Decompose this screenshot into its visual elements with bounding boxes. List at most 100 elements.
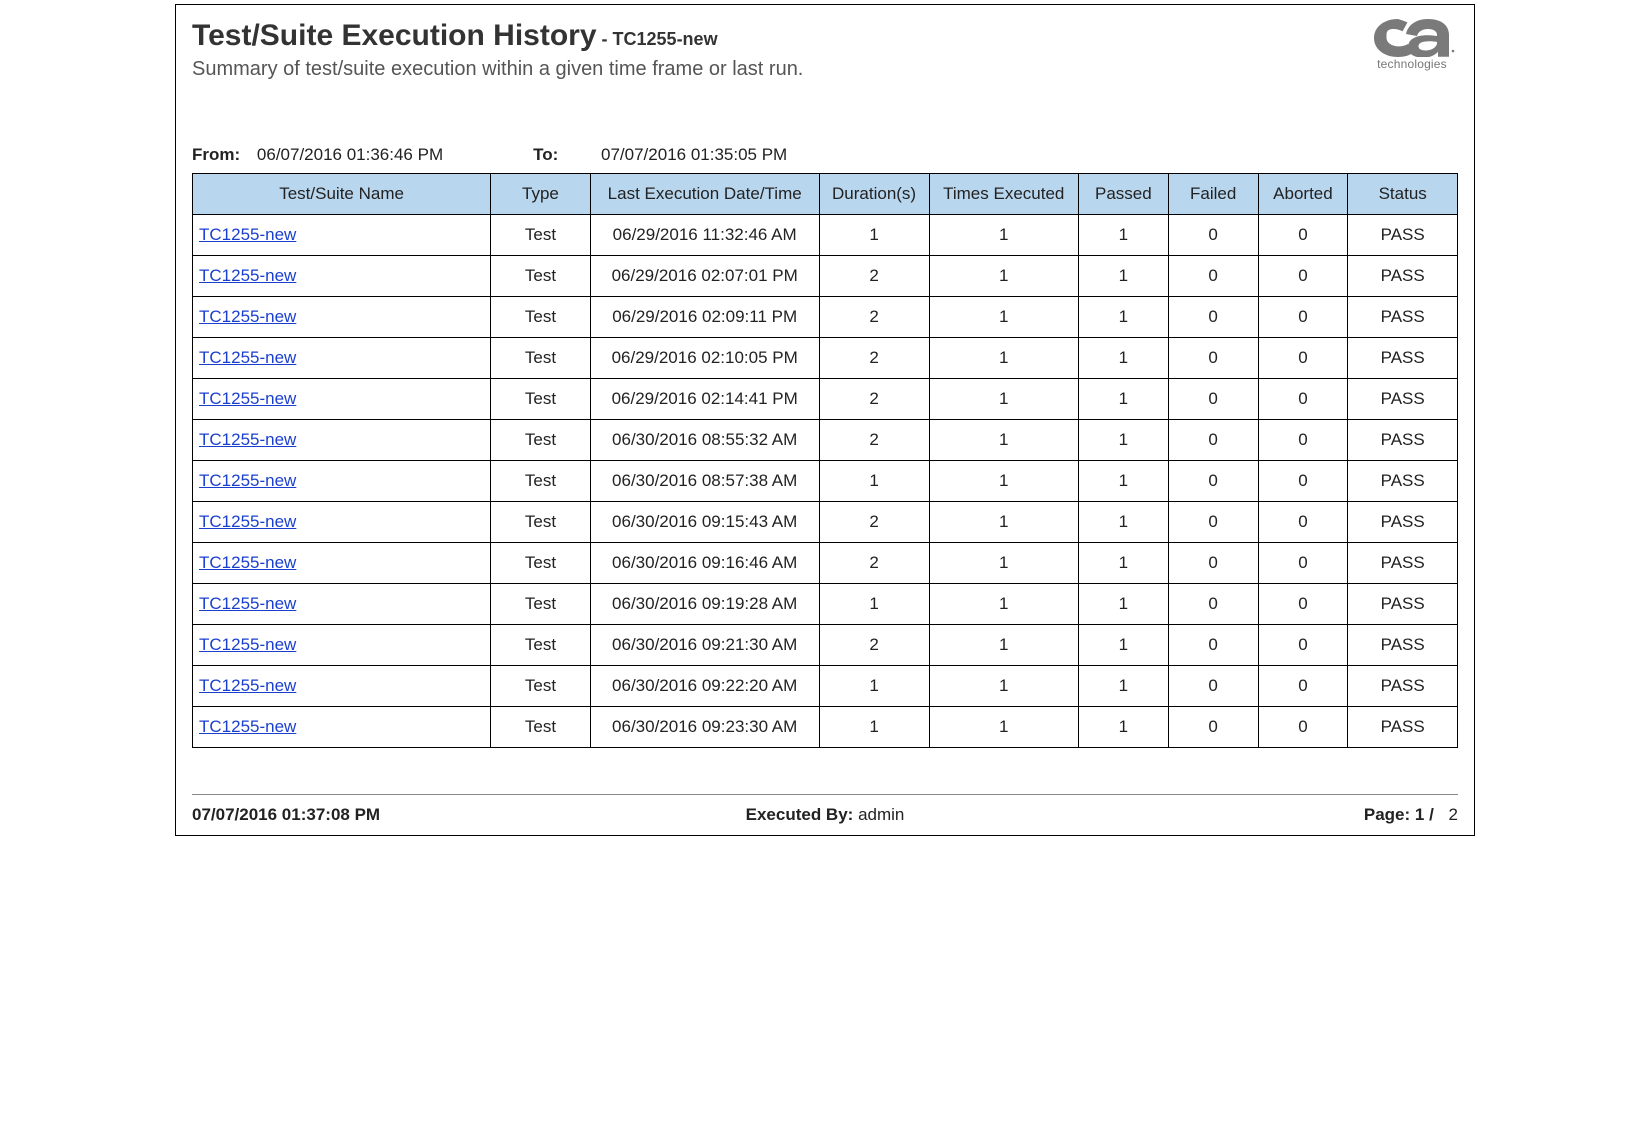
- date-range: From: 06/07/2016 01:36:46 PM To: 07/07/2…: [192, 145, 1458, 165]
- cell-ldt: 06/30/2016 09:15:43 AM: [590, 502, 819, 543]
- cell-passed: 1: [1078, 461, 1168, 502]
- cell-status: PASS: [1348, 543, 1458, 584]
- cell-aborted: 0: [1258, 625, 1348, 666]
- exec-label: Executed By:: [746, 805, 854, 824]
- test-link[interactable]: TC1255-new: [199, 635, 296, 654]
- cell-times: 1: [929, 297, 1078, 338]
- page-subtitle: Summary of test/suite execution within a…: [192, 58, 1366, 81]
- cell-status: PASS: [1348, 379, 1458, 420]
- page-title: Test/Suite Execution History - TC1255-ne…: [192, 19, 1366, 52]
- cell-passed: 1: [1078, 584, 1168, 625]
- cell-name: TC1255-new: [193, 379, 491, 420]
- cell-aborted: 0: [1258, 420, 1348, 461]
- table-row: TC1255-newTest06/29/2016 11:32:46 AM1110…: [193, 215, 1458, 256]
- test-link[interactable]: TC1255-new: [199, 266, 296, 285]
- cell-status: PASS: [1348, 461, 1458, 502]
- cell-dur: 2: [819, 502, 929, 543]
- cell-dur: 2: [819, 420, 929, 461]
- cell-type: Test: [491, 625, 591, 666]
- cell-type: Test: [491, 379, 591, 420]
- cell-name: TC1255-new: [193, 461, 491, 502]
- cell-failed: 0: [1168, 666, 1258, 707]
- cell-type: Test: [491, 666, 591, 707]
- title-main: Test/Suite Execution History: [192, 19, 597, 52]
- from-label: From:: [192, 145, 240, 164]
- cell-passed: 1: [1078, 420, 1168, 461]
- cell-type: Test: [491, 543, 591, 584]
- cell-failed: 0: [1168, 297, 1258, 338]
- cell-times: 1: [929, 256, 1078, 297]
- test-link[interactable]: TC1255-new: [199, 307, 296, 326]
- cell-aborted: 0: [1258, 215, 1348, 256]
- cell-dur: 1: [819, 666, 929, 707]
- cell-name: TC1255-new: [193, 584, 491, 625]
- table-row: TC1255-newTest06/29/2016 02:07:01 PM2110…: [193, 256, 1458, 297]
- cell-name: TC1255-new: [193, 502, 491, 543]
- cell-aborted: 0: [1258, 502, 1348, 543]
- cell-status: PASS: [1348, 584, 1458, 625]
- cell-type: Test: [491, 707, 591, 748]
- test-link[interactable]: TC1255-new: [199, 348, 296, 367]
- cell-failed: 0: [1168, 502, 1258, 543]
- col-dur: Duration(s): [819, 174, 929, 215]
- cell-passed: 1: [1078, 297, 1168, 338]
- cell-aborted: 0: [1258, 584, 1348, 625]
- cell-dur: 1: [819, 707, 929, 748]
- table-row: TC1255-newTest06/30/2016 09:22:20 AM1110…: [193, 666, 1458, 707]
- test-link[interactable]: TC1255-new: [199, 512, 296, 531]
- table-header-row: Test/Suite Name Type Last Execution Date…: [193, 174, 1458, 215]
- table-row: TC1255-newTest06/30/2016 09:23:30 AM1110…: [193, 707, 1458, 748]
- cell-ldt: 06/30/2016 09:23:30 AM: [590, 707, 819, 748]
- cell-aborted: 0: [1258, 379, 1348, 420]
- page-total: 2: [1449, 805, 1458, 824]
- test-link[interactable]: TC1255-new: [199, 676, 296, 695]
- cell-ldt: 06/30/2016 08:57:38 AM: [590, 461, 819, 502]
- cell-type: Test: [491, 215, 591, 256]
- cell-dur: 1: [819, 215, 929, 256]
- test-link[interactable]: TC1255-new: [199, 389, 296, 408]
- cell-failed: 0: [1168, 461, 1258, 502]
- cell-ldt: 06/30/2016 09:21:30 AM: [590, 625, 819, 666]
- cell-aborted: 0: [1258, 543, 1348, 584]
- cell-type: Test: [491, 584, 591, 625]
- cell-failed: 0: [1168, 215, 1258, 256]
- cell-type: Test: [491, 461, 591, 502]
- cell-status: PASS: [1348, 297, 1458, 338]
- test-link[interactable]: TC1255-new: [199, 717, 296, 736]
- cell-aborted: 0: [1258, 461, 1348, 502]
- col-type: Type: [491, 174, 591, 215]
- to-block: To: 07/07/2016 01:35:05 PM: [533, 145, 787, 165]
- exec-value: admin: [858, 805, 904, 824]
- cell-status: PASS: [1348, 338, 1458, 379]
- cell-name: TC1255-new: [193, 420, 491, 461]
- cell-dur: 2: [819, 379, 929, 420]
- cell-aborted: 0: [1258, 297, 1348, 338]
- cell-aborted: 0: [1258, 256, 1348, 297]
- cell-status: PASS: [1348, 215, 1458, 256]
- cell-type: Test: [491, 256, 591, 297]
- col-status: Status: [1348, 174, 1458, 215]
- cell-ldt: 06/29/2016 02:07:01 PM: [590, 256, 819, 297]
- cell-status: PASS: [1348, 502, 1458, 543]
- test-link[interactable]: TC1255-new: [199, 553, 296, 572]
- cell-failed: 0: [1168, 420, 1258, 461]
- ca-logo-icon: [1368, 15, 1456, 57]
- col-times: Times Executed: [929, 174, 1078, 215]
- footer-timestamp: 07/07/2016 01:37:08 PM: [192, 805, 380, 825]
- cell-times: 1: [929, 707, 1078, 748]
- cell-times: 1: [929, 625, 1078, 666]
- cell-dur: 2: [819, 256, 929, 297]
- from-block: From: 06/07/2016 01:36:46 PM: [192, 145, 443, 165]
- test-link[interactable]: TC1255-new: [199, 430, 296, 449]
- to-label: To:: [533, 145, 558, 164]
- table-row: TC1255-newTest06/29/2016 02:09:11 PM2110…: [193, 297, 1458, 338]
- test-link[interactable]: TC1255-new: [199, 594, 296, 613]
- report-header: Test/Suite Execution History - TC1255-ne…: [192, 19, 1458, 81]
- report-page: Test/Suite Execution History - TC1255-ne…: [175, 4, 1475, 836]
- test-link[interactable]: TC1255-new: [199, 471, 296, 490]
- cell-status: PASS: [1348, 256, 1458, 297]
- cell-times: 1: [929, 584, 1078, 625]
- col-ldt: Last Execution Date/Time: [590, 174, 819, 215]
- test-link[interactable]: TC1255-new: [199, 225, 296, 244]
- cell-aborted: 0: [1258, 338, 1348, 379]
